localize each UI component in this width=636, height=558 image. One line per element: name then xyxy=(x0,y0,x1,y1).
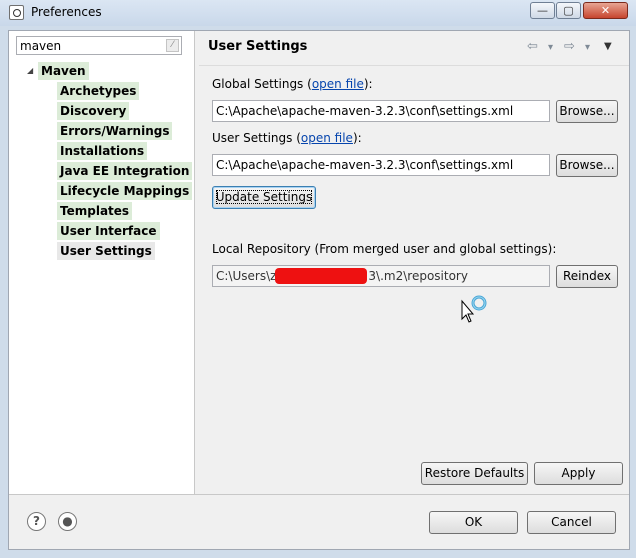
restore-defaults-button[interactable]: Restore Defaults xyxy=(421,462,528,485)
local-repository-field: C:\Users\z 3\.m2\repository xyxy=(212,265,550,287)
minimize-button[interactable]: — xyxy=(530,2,555,19)
tree-node-templates[interactable]: Templates xyxy=(57,202,133,220)
tree-node-maven[interactable]: Maven xyxy=(38,62,89,80)
view-menu-icon[interactable]: ▼ xyxy=(604,41,612,52)
preferences-window: Preferences — ▢ ✕ ⁄ ◢ Maven Archetypes D… xyxy=(0,0,636,558)
global-settings-open-file-link[interactable]: open file xyxy=(312,77,364,91)
page-title: User Settings xyxy=(208,39,308,54)
forward-arrow-icon[interactable]: ⇨ xyxy=(564,39,575,54)
title-bar: Preferences — ▢ ✕ xyxy=(0,0,636,26)
tree-node-errors-warnings[interactable]: Errors/Warnings xyxy=(57,122,173,140)
ok-button[interactable]: OK xyxy=(429,511,518,534)
tree-node-user-interface[interactable]: User Interface xyxy=(57,222,160,240)
user-settings-field[interactable]: C:\Apache\apache-maven-3.2.3\conf\settin… xyxy=(212,154,550,176)
local-repository-label: Local Repository (From merged user and g… xyxy=(212,242,557,256)
tree-node-user-settings[interactable]: User Settings xyxy=(57,242,155,260)
filter-input[interactable] xyxy=(20,38,160,53)
preference-tree-pane: ⁄ ◢ Maven Archetypes Discovery Errors/Wa… xyxy=(9,31,195,494)
tree-node-installations[interactable]: Installations xyxy=(57,142,148,160)
app-icon xyxy=(9,5,24,20)
window-title: Preferences xyxy=(31,5,102,19)
update-settings-button[interactable]: Update Settings xyxy=(212,186,316,209)
help-icon[interactable]: ? xyxy=(27,512,46,531)
import-export-icon[interactable]: ● xyxy=(58,512,77,531)
tree-node-discovery[interactable]: Discovery xyxy=(57,102,130,120)
global-settings-browse-button[interactable]: Browse... xyxy=(556,100,618,123)
close-button[interactable]: ✕ xyxy=(583,2,628,19)
footer-divider xyxy=(9,494,629,495)
tree-node-archetypes[interactable]: Archetypes xyxy=(57,82,140,100)
busy-cursor-icon xyxy=(461,295,487,328)
forward-history-dropdown-icon[interactable]: ▾ xyxy=(585,42,590,53)
user-settings-open-file-link[interactable]: open file xyxy=(301,131,353,145)
cancel-button[interactable]: Cancel xyxy=(527,511,616,534)
reindex-button[interactable]: Reindex xyxy=(556,265,618,288)
back-arrow-icon[interactable]: ⇦ xyxy=(527,39,538,54)
user-settings-label: User Settings (open file): xyxy=(212,131,362,145)
header-divider xyxy=(199,65,629,66)
back-history-dropdown-icon[interactable]: ▾ xyxy=(548,42,553,53)
dialog-client-area: ⁄ ◢ Maven Archetypes Discovery Errors/Wa… xyxy=(8,30,630,550)
redaction-mark xyxy=(275,268,367,284)
clear-icon[interactable]: ⁄ xyxy=(166,39,179,52)
collapse-toggle-icon[interactable]: ◢ xyxy=(27,66,33,75)
maximize-button[interactable]: ▢ xyxy=(556,2,581,19)
apply-button[interactable]: Apply xyxy=(534,462,623,485)
filter-field[interactable]: ⁄ xyxy=(16,36,182,55)
global-settings-field[interactable]: C:\Apache\apache-maven-3.2.3\conf\settin… xyxy=(212,100,550,122)
tree-node-java-ee-integration[interactable]: Java EE Integration xyxy=(57,162,193,180)
global-settings-label: Global Settings (open file): xyxy=(212,77,373,91)
tree-node-lifecycle-mappings[interactable]: Lifecycle Mappings xyxy=(57,182,193,200)
user-settings-browse-button[interactable]: Browse... xyxy=(556,154,618,177)
user-settings-page: User Settings ⇦ ▾ ⇨ ▾ ▼ Global Settings … xyxy=(195,31,629,494)
